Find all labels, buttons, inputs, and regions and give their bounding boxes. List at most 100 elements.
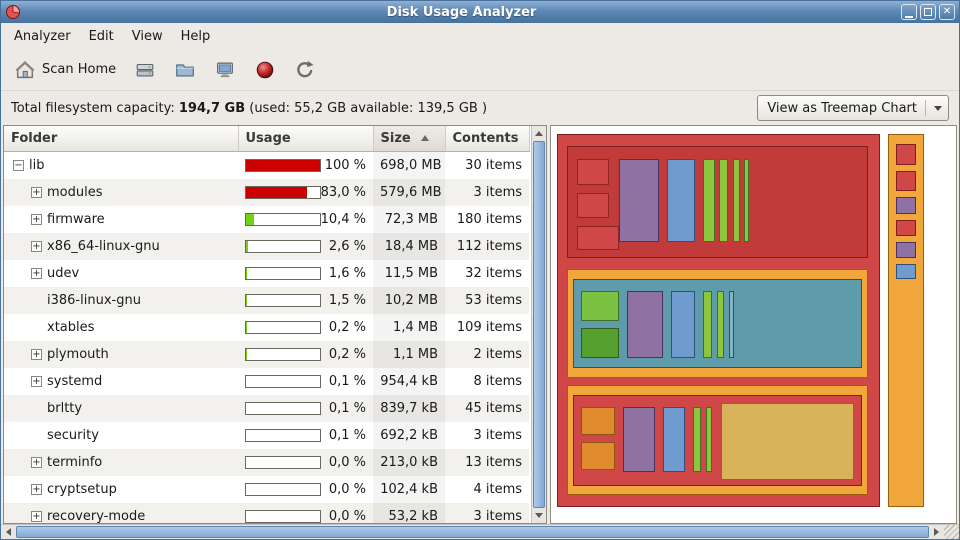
column-header-folder[interactable]: Folder: [4, 126, 238, 151]
titlebar[interactable]: Disk Usage Analyzer ✕: [1, 1, 959, 23]
treemap-rect-b2-green-1[interactable]: [581, 291, 619, 320]
table-row[interactable]: xtables 0,2 % 1,4 MB 109 items: [4, 314, 529, 341]
size-value: 11,5 MB: [373, 260, 445, 287]
table-row[interactable]: brltty 0,1 % 839,7 kB 45 items: [4, 395, 529, 422]
treemap-rect-b1-green-1[interactable]: [703, 159, 714, 242]
table-row[interactable]: + recovery-mode 0,0 % 53,2 kB 3 items: [4, 503, 529, 524]
treemap-rect-s-purple-1[interactable]: [896, 197, 916, 215]
menu-help[interactable]: Help: [172, 25, 220, 48]
stop-button[interactable]: [247, 54, 283, 86]
scroll-up-button[interactable]: [532, 126, 546, 141]
treemap-rect-b1-green-4[interactable]: [744, 159, 749, 242]
expander-icon[interactable]: +: [31, 241, 42, 252]
treemap-rect-b1-green-2[interactable]: [719, 159, 728, 242]
scroll-down-button[interactable]: [532, 508, 546, 523]
usage-percent: 10,4 %: [321, 212, 366, 227]
column-header-size[interactable]: Size: [373, 126, 445, 151]
treemap-rect-b3-blue[interactable]: [663, 407, 685, 472]
close-button[interactable]: ✕: [939, 4, 955, 20]
treemap-rect-b3-green-2[interactable]: [706, 407, 712, 472]
treemap-rect-b2-purple[interactable]: [627, 291, 663, 358]
usage-bar: [245, 375, 321, 388]
contents-value: 3 items: [445, 422, 529, 449]
view-selector-dropdown[interactable]: View as Treemap Chart: [757, 95, 949, 121]
contents-value: 180 items: [445, 206, 529, 233]
table-row[interactable]: + terminfo 0,0 % 213,0 kB 13 items: [4, 449, 529, 476]
usage-percent: 83,0 %: [321, 185, 366, 200]
table-row[interactable]: + udev 1,6 % 11,5 MB 32 items: [4, 260, 529, 287]
scan-home-button[interactable]: Scan Home: [7, 54, 123, 86]
expander-icon[interactable]: +: [31, 484, 42, 495]
expander-icon[interactable]: +: [31, 457, 42, 468]
contents-value: 30 items: [445, 151, 529, 179]
table-row[interactable]: security 0,1 % 692,2 kB 3 items: [4, 422, 529, 449]
table-row[interactable]: + firmware 10,4 % 72,3 MB 180 items: [4, 206, 529, 233]
treemap-rect-s-blue-1[interactable]: [896, 264, 916, 280]
treemap-rect-b2-green-2[interactable]: [581, 328, 619, 357]
scan-home-label: Scan Home: [42, 62, 116, 77]
expander-icon[interactable]: +: [31, 511, 42, 522]
expander-icon[interactable]: +: [31, 214, 42, 225]
treemap-rect-s-red-3[interactable]: [896, 220, 916, 236]
table-row[interactable]: + plymouth 0,2 % 1,1 MB 2 items: [4, 341, 529, 368]
refresh-button[interactable]: [287, 54, 323, 86]
expander-icon[interactable]: +: [31, 268, 42, 279]
usage-bar: [245, 213, 321, 226]
vertical-scrollbar[interactable]: [531, 126, 546, 523]
tree-indent: [11, 435, 31, 436]
window-title: Disk Usage Analyzer: [25, 5, 898, 20]
treemap-rect-s-red-2[interactable]: [896, 171, 916, 191]
treemap-rect-s-red-1[interactable]: [896, 144, 916, 166]
menu-view[interactable]: View: [123, 25, 172, 48]
expander-icon[interactable]: +: [31, 349, 42, 360]
minimize-button[interactable]: [901, 4, 917, 20]
close-icon: ✕: [943, 7, 951, 17]
menu-edit[interactable]: Edit: [80, 25, 123, 48]
scan-folder-button[interactable]: [167, 54, 203, 86]
maximize-button[interactable]: [920, 4, 936, 20]
usage-percent: 0,2 %: [329, 320, 366, 335]
expander-icon[interactable]: −: [13, 160, 24, 171]
expander-icon[interactable]: +: [31, 187, 42, 198]
treemap-rect-b1-purple[interactable]: [619, 159, 659, 242]
scan-filesystem-button[interactable]: [127, 54, 163, 86]
drive-icon: [134, 59, 156, 81]
treemap-rect-b1-red-3[interactable]: [577, 226, 619, 250]
treemap-rect-s-purple-2[interactable]: [896, 242, 916, 258]
treemap-rect-b3-orange-2[interactable]: [581, 442, 615, 470]
treemap-rect-b1-red-1[interactable]: [577, 159, 609, 185]
resize-grip[interactable]: [944, 525, 959, 539]
table-row[interactable]: + cryptsetup 0,0 % 102,4 kB 4 items: [4, 476, 529, 503]
vertical-scroll-thumb[interactable]: [533, 141, 545, 508]
usage-bar: [245, 294, 321, 307]
treemap-rect-b3-purple[interactable]: [623, 407, 655, 472]
treemap-rect-b3-orange-1[interactable]: [581, 407, 615, 435]
horizontal-scrollbar[interactable]: [1, 524, 959, 539]
usage-percent: 0,0 %: [329, 482, 366, 497]
folder-label: udev: [47, 266, 79, 281]
treemap-rect-b2-green-4[interactable]: [717, 291, 723, 358]
table-row[interactable]: + modules 83,0 % 579,6 MB 3 items: [4, 179, 529, 206]
folder-label: xtables: [47, 320, 94, 335]
table-row[interactable]: + systemd 0,1 % 954,4 kB 8 items: [4, 368, 529, 395]
table-row[interactable]: i386-linux-gnu 1,5 % 10,2 MB 53 items: [4, 287, 529, 314]
treemap-rect-b3-gold[interactable]: [721, 403, 853, 480]
expander-icon[interactable]: +: [31, 376, 42, 387]
menu-analyzer[interactable]: Analyzer: [5, 25, 80, 48]
treemap-rect-b2-green-3[interactable]: [703, 291, 712, 358]
column-header-usage[interactable]: Usage: [238, 126, 373, 151]
horizontal-scroll-thumb[interactable]: [16, 526, 929, 538]
column-header-contents[interactable]: Contents: [445, 126, 529, 151]
scroll-right-button[interactable]: [929, 525, 944, 539]
table-row[interactable]: − lib 100 % 698,0 MB 30 items: [4, 151, 529, 179]
treemap-rect-b1-red-2[interactable]: [577, 193, 609, 219]
treemap-rect-b2-teal-bar[interactable]: [729, 291, 734, 358]
treemap-rect-b1-blue[interactable]: [667, 159, 695, 242]
scroll-left-button[interactable]: [1, 525, 16, 539]
scan-remote-button[interactable]: [207, 54, 243, 86]
treemap-rect-b3-green-1[interactable]: [693, 407, 701, 472]
treemap-rect-b2-blue[interactable]: [671, 291, 695, 358]
treemap-rect-b1-green-3[interactable]: [733, 159, 739, 242]
size-value: 102,4 kB: [373, 476, 445, 503]
table-row[interactable]: + x86_64-linux-gnu 2,6 % 18,4 MB 112 ite…: [4, 233, 529, 260]
